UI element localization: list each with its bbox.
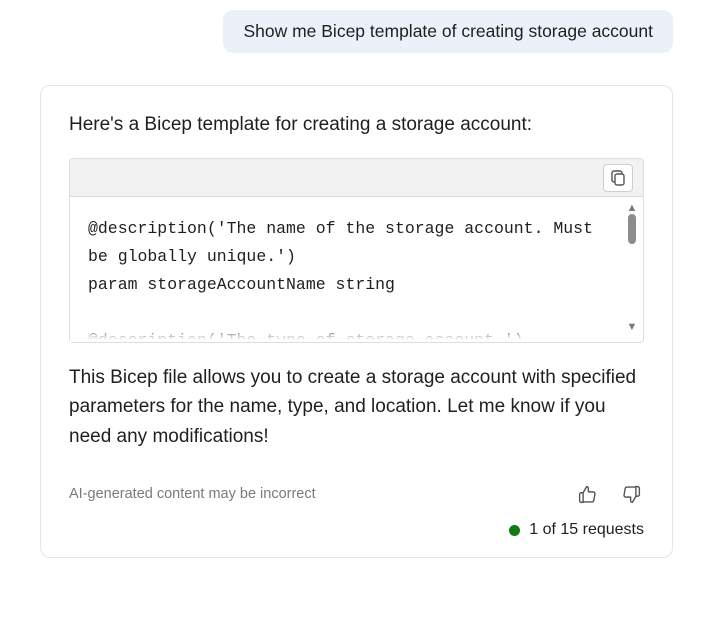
copy-icon [611,170,625,186]
assistant-intro: Here's a Bicep template for creating a s… [69,114,644,136]
thumbs-down-button[interactable] [618,481,644,507]
ai-disclaimer: AI-generated content may be incorrect [69,486,316,502]
request-counter-row: 1 of 15 requests [69,521,644,539]
scroll-thumb[interactable] [628,214,636,244]
scroll-up-arrow[interactable]: ▲ [627,203,638,214]
thumbs-down-icon [621,484,642,505]
feedback-controls [574,481,644,507]
thumbs-up-icon [577,484,598,505]
request-counter: 1 of 15 requests [529,521,644,539]
code-block: @description('The name of the storage ac… [69,158,644,343]
code-body-wrapper: @description('The name of the storage ac… [70,197,643,342]
scroll-track[interactable] [628,214,636,322]
code-scrollbar[interactable]: ▲ ▼ [625,203,639,333]
scroll-down-arrow[interactable]: ▼ [627,322,638,333]
code-content[interactable]: @description('The name of the storage ac… [70,197,619,342]
thumbs-up-button[interactable] [574,481,600,507]
status-dot-icon [509,525,520,536]
copy-code-button[interactable] [603,164,633,192]
assistant-response-card: Here's a Bicep template for creating a s… [40,85,673,558]
code-block-header [70,159,643,197]
user-message-bubble: Show me Bicep template of creating stora… [223,10,673,53]
disclaimer-row: AI-generated content may be incorrect [69,481,644,507]
user-message-row: Show me Bicep template of creating stora… [40,10,673,53]
assistant-outro: This Bicep file allows you to create a s… [69,363,644,451]
